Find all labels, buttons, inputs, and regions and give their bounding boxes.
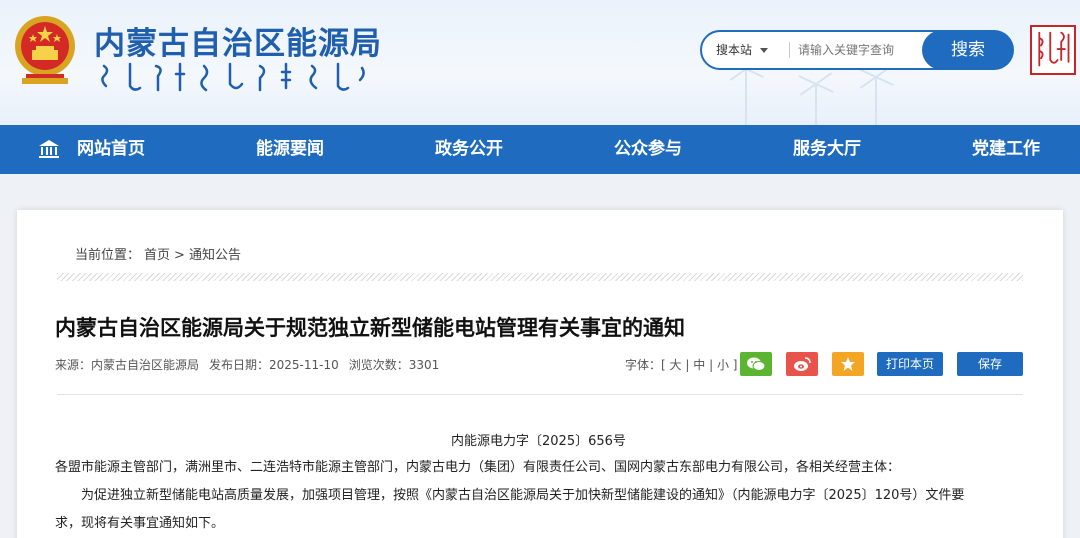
caret-down-icon (760, 48, 769, 53)
breadcrumb-home-link[interactable]: 首页 (144, 248, 170, 263)
breadcrumb: 当前位置： 首页 > 通知公告 (75, 244, 245, 263)
wind-turbine-decoration (875, 78, 877, 125)
article-source: 来源：内蒙古自治区能源局 (55, 358, 200, 372)
nav-item-public-participation[interactable]: 公众参与 (614, 125, 682, 174)
font-size-separator: | (685, 358, 690, 372)
font-size-control: 字体：[ 大 | 中 | 小 ] (625, 356, 737, 373)
font-size-large-button[interactable]: 大 (670, 358, 682, 372)
hatched-divider (57, 273, 1023, 281)
nav-item-government-affairs[interactable]: 政务公开 (435, 125, 503, 174)
favorite-star-icon (841, 357, 855, 371)
national-emblem-icon (15, 16, 75, 84)
article-card: 当前位置： 首页 > 通知公告 内蒙古自治区能源局关于规范独立新型储能电站管理有关事宜… (17, 210, 1063, 538)
site-title: 内蒙古自治区能源局 (94, 26, 382, 62)
home-icon (39, 140, 59, 158)
nav-item-home[interactable]: 网站首页 (77, 125, 145, 174)
search-divider (789, 42, 790, 58)
font-size-end: ] (732, 358, 738, 372)
weibo-icon (794, 357, 811, 371)
print-button[interactable]: 打印本页 (877, 352, 943, 376)
article-body-line: 为促进独立新型储能电站高质量发展，加强项目管理，按照《内蒙古自治区能源局关于加快… (81, 488, 965, 503)
nav-item-party-building[interactable]: 党建工作 (972, 125, 1040, 174)
share-wechat-button[interactable] (740, 352, 772, 376)
font-size-label: 字体：[ (625, 358, 666, 372)
wechat-icon (747, 357, 766, 371)
search-input[interactable] (798, 39, 918, 61)
mongolian-script-logo (101, 62, 365, 92)
article-body-line: 求，现将有关事宜通知如下。 (55, 516, 225, 531)
article-meta: 来源：内蒙古自治区能源局 发布日期：2025-11-10 浏览次数：3301 (55, 356, 449, 373)
article-date: 发布日期：2025-11-10 (209, 358, 339, 372)
breadcrumb-current-link[interactable]: 通知公告 (189, 248, 241, 263)
wind-turbine-decoration (815, 85, 817, 125)
mongolian-seal-logo (1030, 25, 1076, 75)
site-header: 内蒙古自治区能源局 搜本站 搜索 (0, 0, 1080, 125)
font-size-medium-button[interactable]: 中 (693, 358, 705, 372)
nav-item-service-hall[interactable]: 服务大厅 (793, 125, 861, 174)
article-title: 内蒙古自治区能源局关于规范独立新型储能电站管理有关事宜的通知 (55, 316, 685, 340)
document-number: 内能源电力字〔2025〕656号 (451, 434, 626, 449)
meta-divider (57, 394, 1023, 395)
search-button[interactable]: 搜索 (922, 30, 1014, 70)
save-button[interactable]: 保存 (957, 352, 1023, 376)
font-size-separator: | (709, 358, 714, 372)
search-scope-label: 搜本站 (716, 43, 753, 57)
share-weibo-button[interactable] (786, 352, 818, 376)
search-box: 搜本站 搜索 (700, 30, 1014, 70)
search-scope-select[interactable]: 搜本站 (716, 41, 769, 58)
nav-item-energy-news[interactable]: 能源要闻 (256, 125, 324, 174)
breadcrumb-separator: > (174, 248, 185, 263)
wind-turbine-decoration (745, 70, 747, 125)
article-views: 浏览次数：3301 (348, 358, 440, 372)
breadcrumb-prefix: 当前位置： (75, 248, 141, 263)
favorite-button[interactable] (832, 352, 864, 376)
main-navigation: 网站首页 能源要闻 政务公开 公众参与 服务大厅 党建工作 (0, 125, 1080, 174)
font-size-small-button[interactable]: 小 (717, 358, 729, 372)
article-addressee: 各盟市能源主管部门，满洲里市、二连浩特市能源主管部门，内蒙古电力（集团）有限责任… (55, 460, 901, 475)
